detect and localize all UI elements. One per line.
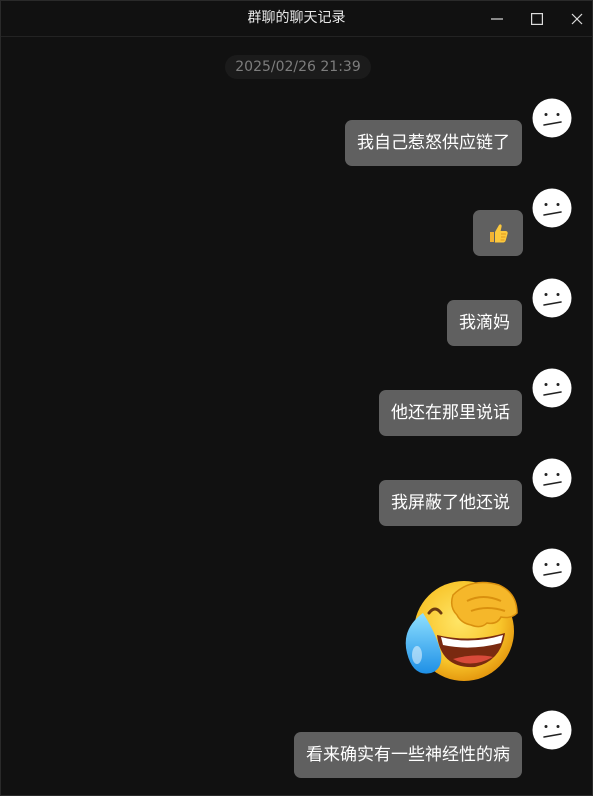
avatar[interactable] xyxy=(532,548,572,588)
minimize-button[interactable] xyxy=(477,1,517,36)
close-button[interactable] xyxy=(557,1,593,36)
message-bubble[interactable] xyxy=(473,210,523,256)
neutral-face-avatar-icon xyxy=(532,188,572,228)
neutral-face-avatar-icon xyxy=(532,548,572,588)
message-bubble[interactable]: 我屏蔽了他还说 xyxy=(379,480,522,526)
avatar[interactable] xyxy=(532,278,572,318)
laughing-crying-facepalm-sticker-icon xyxy=(405,581,518,681)
chat-history-window: 群聊的聊天记录 2025/02/26 21:39 我自己惹怒供应链了 我滴妈 他… xyxy=(0,0,593,796)
title-bar: 群聊的聊天记录 xyxy=(1,1,592,37)
message-bubble[interactable]: 看来确实有一些神经性的病 xyxy=(294,732,522,778)
maximize-icon xyxy=(531,12,543,25)
message-bubble[interactable]: 他还在那里说话 xyxy=(379,390,522,436)
minimize-icon xyxy=(491,17,503,20)
neutral-face-avatar-icon xyxy=(532,98,572,138)
timestamp-badge: 2025/02/26 21:39 xyxy=(225,55,371,79)
avatar[interactable] xyxy=(532,368,572,408)
avatar[interactable] xyxy=(532,710,572,750)
neutral-face-avatar-icon xyxy=(532,278,572,318)
neutral-face-avatar-icon xyxy=(532,710,572,750)
thumbs-up-icon xyxy=(490,224,508,243)
maximize-button[interactable] xyxy=(517,1,557,36)
message-bubble[interactable]: 我自己惹怒供应链了 xyxy=(345,120,522,166)
close-icon xyxy=(571,13,583,24)
message-bubble[interactable]: 我滴妈 xyxy=(447,300,522,346)
avatar[interactable] xyxy=(532,188,572,228)
avatar[interactable] xyxy=(532,98,572,138)
neutral-face-avatar-icon xyxy=(532,458,572,498)
neutral-face-avatar-icon xyxy=(532,368,572,408)
avatar[interactable] xyxy=(532,458,572,498)
sticker-message[interactable] xyxy=(401,573,523,685)
